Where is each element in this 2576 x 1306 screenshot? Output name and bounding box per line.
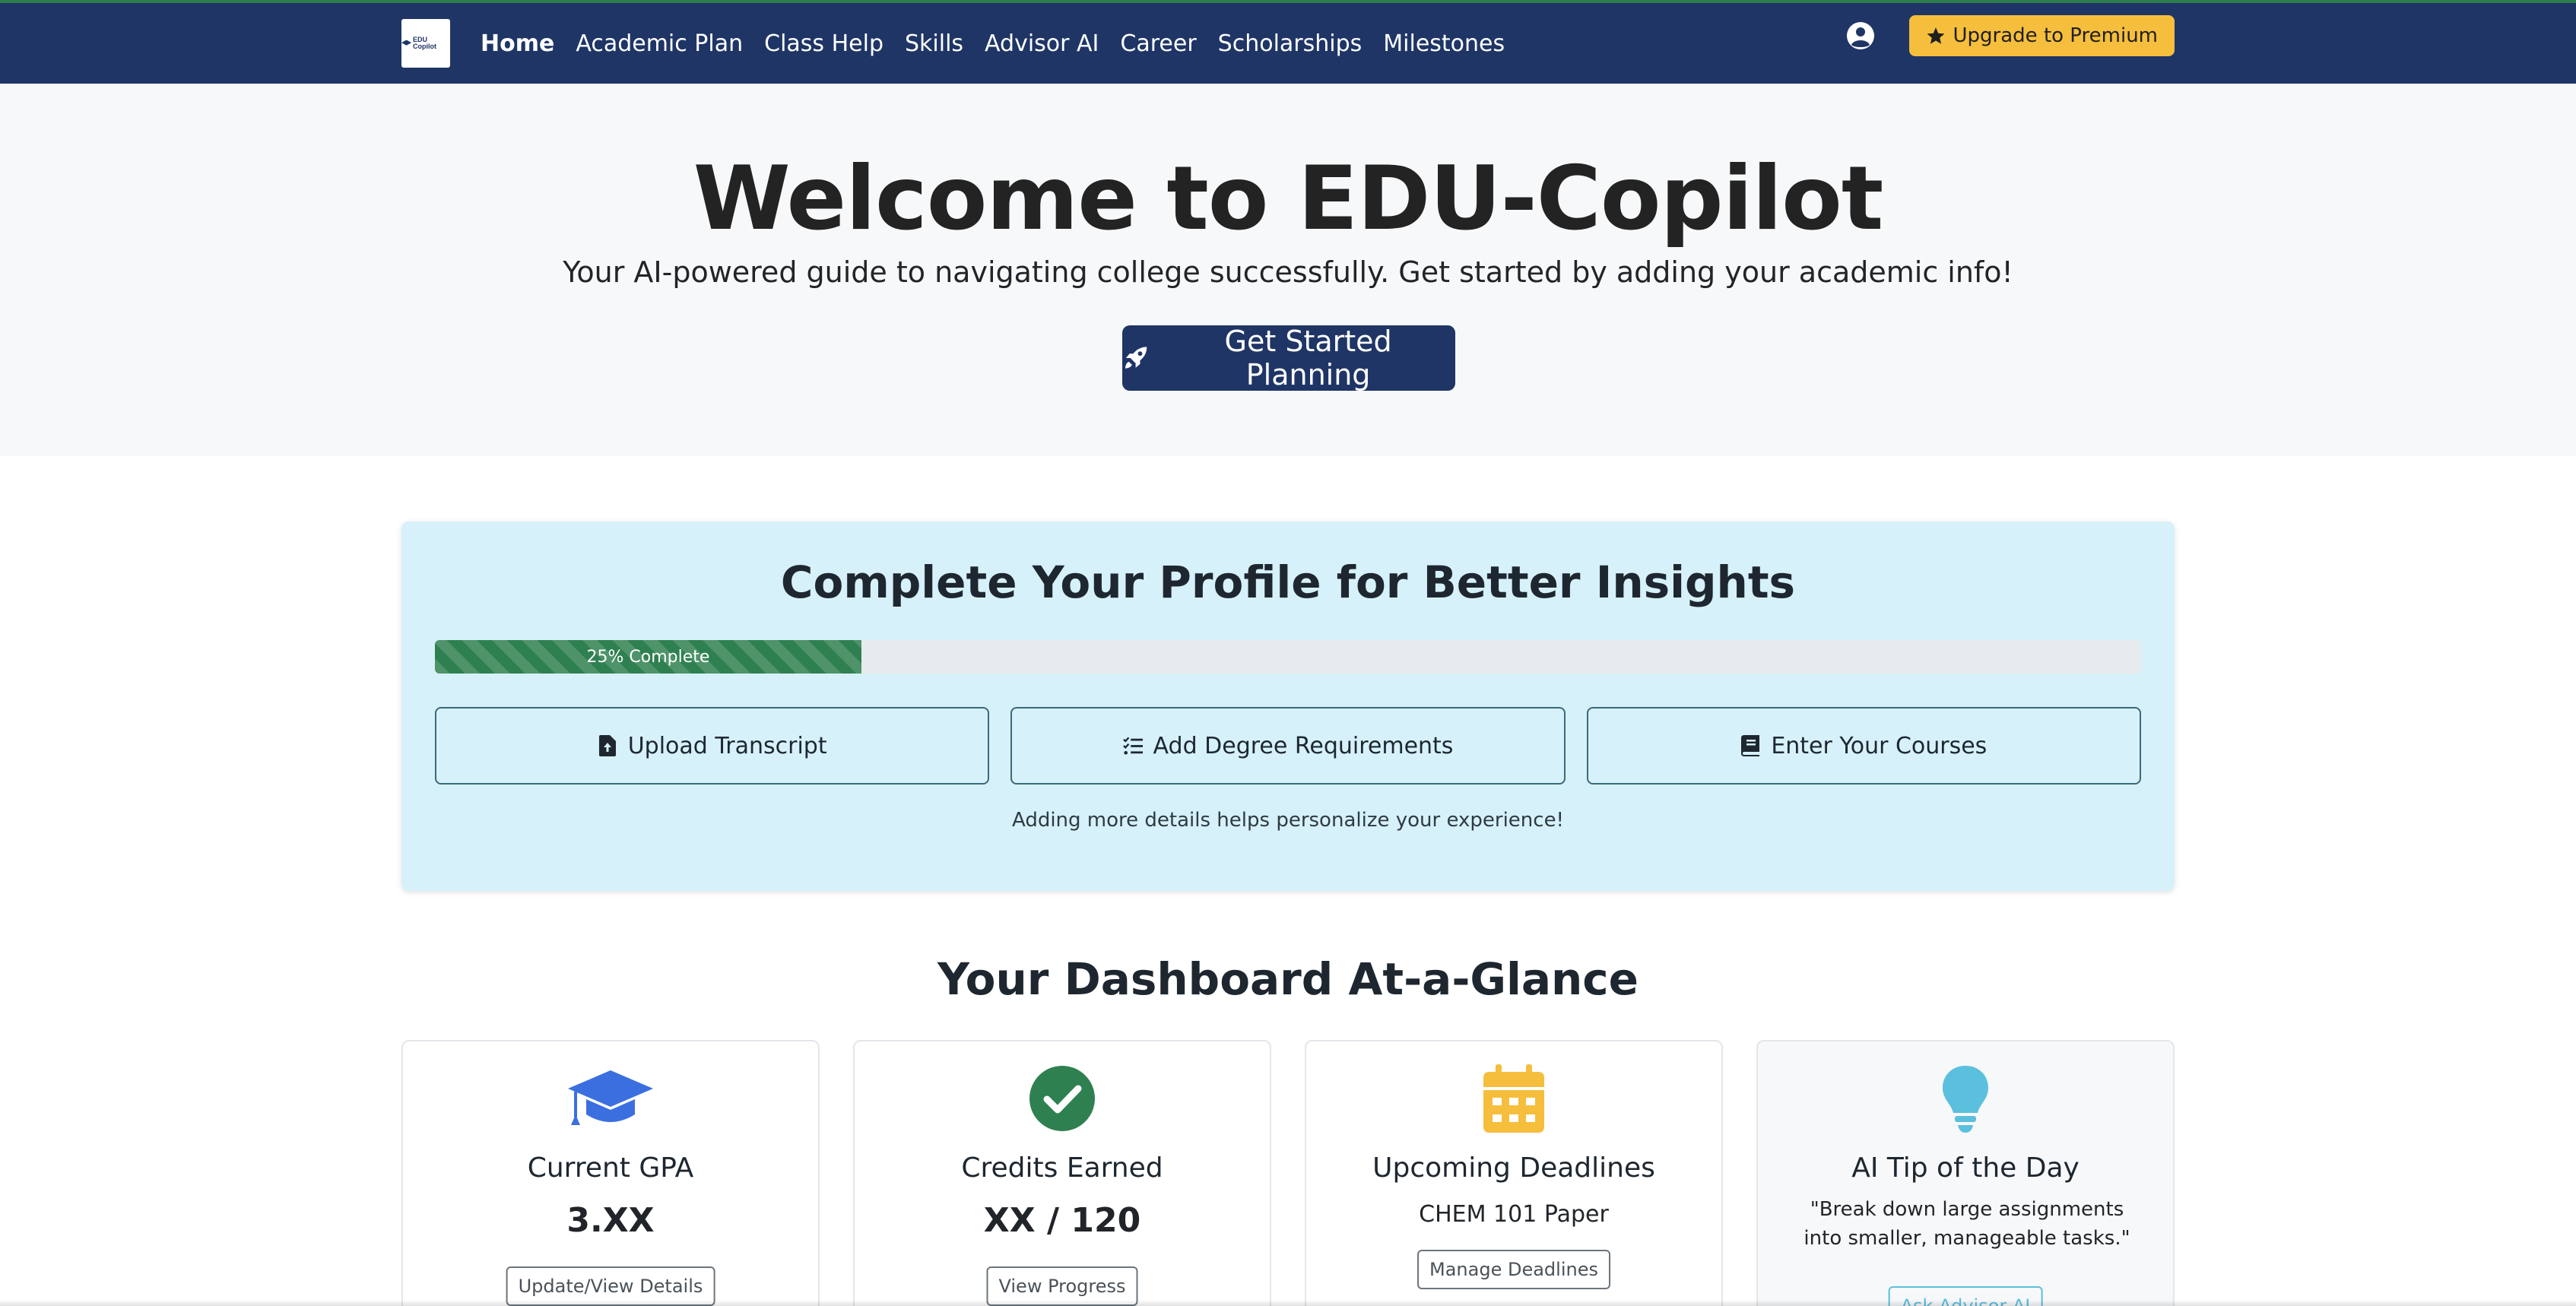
user-circle-icon[interactable] [1845,21,1876,51]
profile-note: Adding more details helps personalize yo… [1012,809,1564,832]
calendar-icon [1483,1064,1544,1133]
rocket-icon [1125,347,1147,369]
upgrade-premium-label: Upgrade to Premium [1953,24,2158,47]
gpa-card: Current GPA 3.XX Update/View Details [401,1040,820,1306]
credits-card-title: Credits Earned [961,1152,1163,1184]
card-icon-wrap [1306,1064,1721,1133]
nav-link-advisor-ai[interactable]: Advisor AI [985,30,1099,57]
brand-mark: EDU Copilot [401,36,450,50]
profile-actions: Upload Transcript Add Degree Requirement… [435,707,2141,785]
hero-title: Welcome to EDU-Copilot [693,147,1884,250]
deadlines-card-title: Upcoming Deadlines [1372,1152,1655,1184]
book-icon [1741,735,1760,756]
card-icon-wrap [403,1064,818,1133]
profile-progress-label: 25% Complete [586,647,710,667]
nav-link-home[interactable]: Home [481,30,554,57]
file-upload-icon [598,735,616,756]
hero-section: Welcome to EDU-Copilot Your AI-powered g… [0,84,2576,456]
navbar-inner: EDU Copilot Home Academic Plan Class Hel… [401,3,2175,84]
nav-link-skills[interactable]: Skills [905,30,963,57]
card-icon-wrap [1758,1064,2173,1133]
add-degree-requirements-button[interactable]: Add Degree Requirements [1010,707,1566,785]
deadline-item: CHEM 101 Paper [1419,1201,1609,1228]
ai-tip-card-title: AI Tip of the Day [1851,1152,2080,1184]
dashboard-cards: Current GPA 3.XX Update/View Details Cre… [401,1040,2175,1306]
enter-courses-label: Enter Your Courses [1771,732,1988,759]
nav-right: Upgrade to Premium [1845,15,2175,56]
get-started-button[interactable]: Get Started Planning [1122,325,1455,391]
brand-text: EDU Copilot [413,36,437,50]
manage-deadlines-button[interactable]: Manage Deadlines [1417,1250,1610,1289]
upload-transcript-label: Upload Transcript [627,732,827,759]
list-check-icon [1122,737,1143,755]
dashboard-title: Your Dashboard At-a-Glance [937,953,1639,1005]
profile-completion-card: Complete Your Profile for Better Insight… [401,521,2175,891]
credits-value: XX / 120 [983,1201,1141,1240]
upgrade-premium-button[interactable]: Upgrade to Premium [1908,15,2175,56]
profile-progress-bar: 25% Complete [435,640,2141,674]
check-circle-icon [1029,1066,1095,1131]
navbar: EDU Copilot Home Academic Plan Class Hel… [0,3,2576,84]
profile-title: Complete Your Profile for Better Insight… [780,556,1796,608]
nav-link-career[interactable]: Career [1120,30,1196,57]
viewport-bottom-edge [0,1300,2576,1306]
deadlines-card: Upcoming Deadlines CHEM 101 Paper Manage… [1305,1040,1723,1306]
add-degree-requirements-label: Add Degree Requirements [1153,732,1454,759]
hero-subtitle: Your AI-powered guide to navigating coll… [563,255,2013,289]
lightbulb-icon [1943,1066,1988,1133]
ai-tip-quote: "Break down large assignments into small… [1804,1198,2130,1250]
graduation-cap-icon [568,1070,653,1125]
enter-courses-button[interactable]: Enter Your Courses [1586,707,2141,785]
nav-link-scholarships[interactable]: Scholarships [1218,30,1363,57]
ai-tip-card: AI Tip of the Day "Break down large assi… [1756,1040,2175,1306]
get-started-label: Get Started Planning [1224,325,1392,391]
nav-link-milestones[interactable]: Milestones [1383,30,1505,57]
nav-link-class-help[interactable]: Class Help [764,30,884,57]
graduation-cap-logo-icon [401,40,412,46]
gpa-value: 3.XX [566,1201,655,1240]
star-icon [1927,27,1944,44]
credits-card: Credits Earned XX / 120 View Progress [853,1040,1271,1306]
profile-progress-fill: 25% Complete [435,640,861,674]
card-icon-wrap [855,1064,1270,1133]
gpa-card-title: Current GPA [527,1152,694,1184]
upload-transcript-button[interactable]: Upload Transcript [435,707,990,785]
nav-link-academic-plan[interactable]: Academic Plan [576,30,743,57]
brand-logo[interactable]: EDU Copilot [401,19,450,68]
nav-links: Home Academic Plan Class Help Skills Adv… [481,30,1505,57]
